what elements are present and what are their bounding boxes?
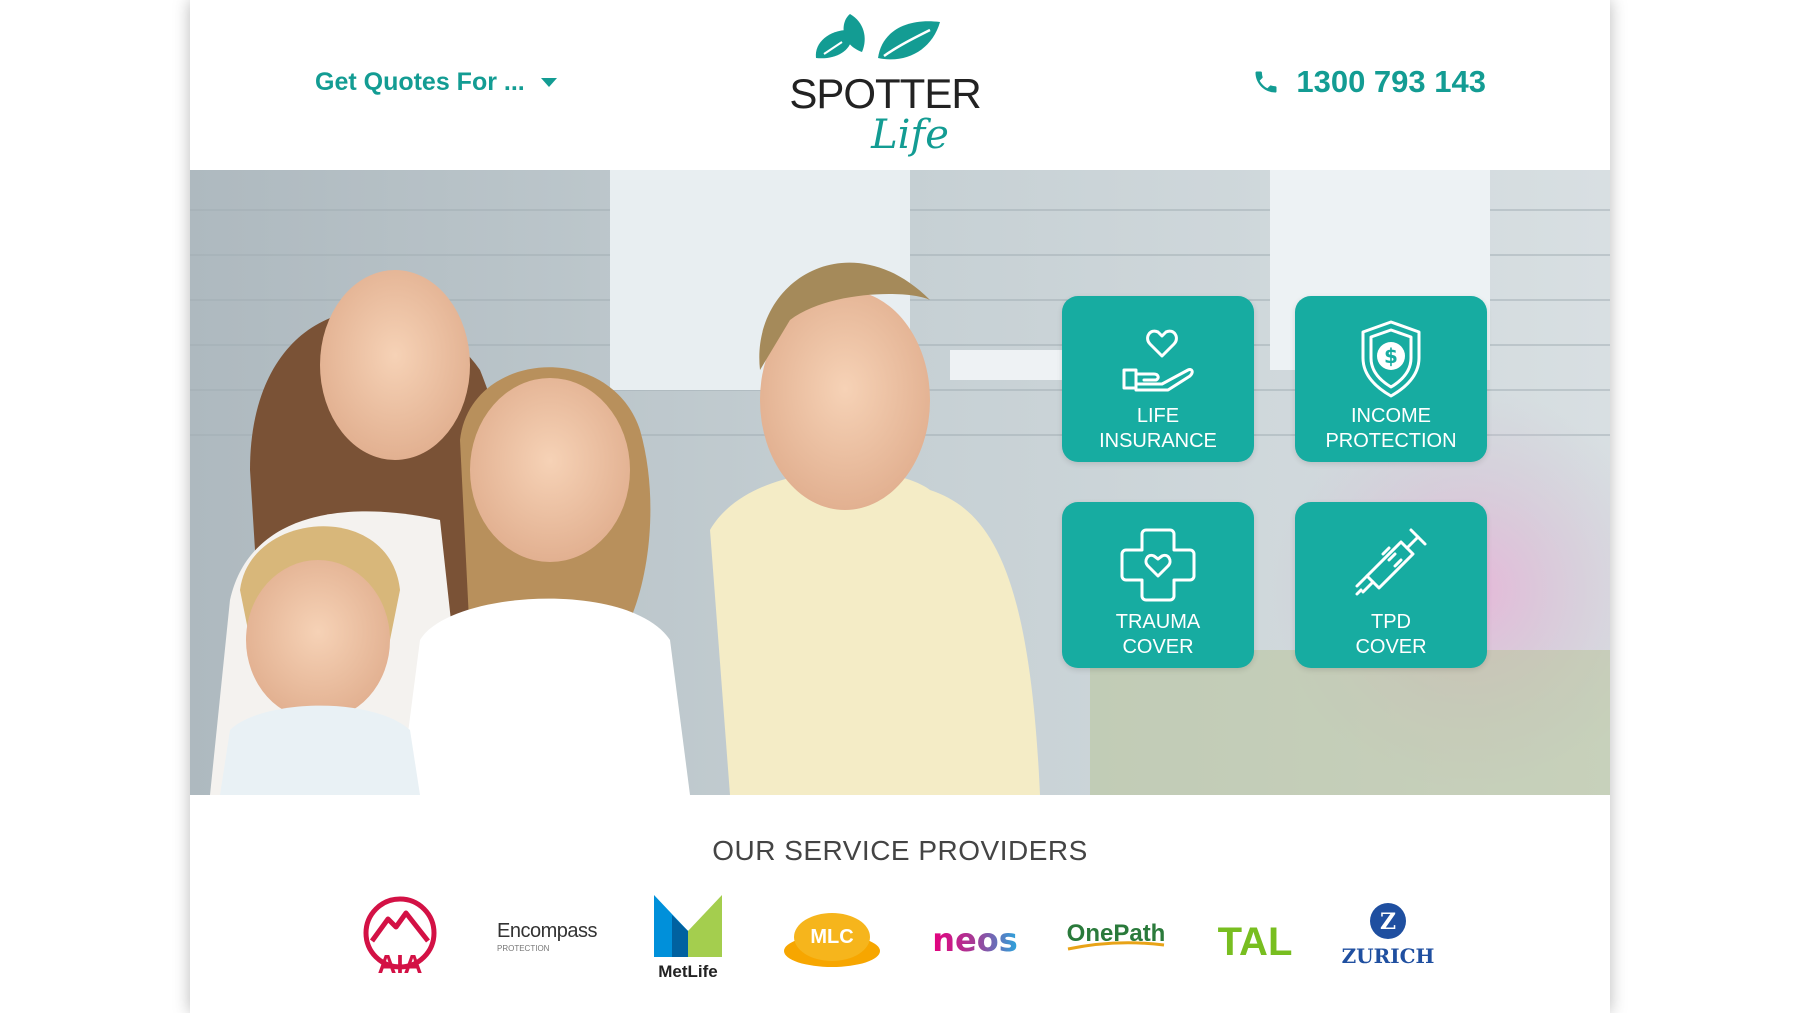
- tile-label: LIFE INSURANCE: [1099, 405, 1217, 452]
- logo-sub-text: Life: [870, 112, 949, 158]
- chevron-down-icon: [540, 78, 557, 87]
- encompass-logo[interactable]: Encompass PROTECTION: [495, 913, 605, 963]
- tile-trauma-cover[interactable]: TRAUMA COVER: [1062, 502, 1254, 668]
- tile-tpd-cover[interactable]: TPD COVER: [1295, 502, 1487, 668]
- svg-text:AIA: AIA: [378, 949, 423, 979]
- hero-banner: LIFE INSURANCE $ INCOME PROTECTION TRAUM…: [190, 170, 1610, 795]
- providers-title: OUR SERVICE PROVIDERS: [712, 835, 1088, 866]
- tile-label: TPD COVER: [1355, 611, 1427, 658]
- syringe-icon: [1355, 528, 1427, 596]
- page: Get Quotes For ... SPOTTER Life 1300 793…: [190, 0, 1610, 1013]
- svg-text:TAL: TAL: [1218, 920, 1293, 964]
- tal-logo[interactable]: TAL: [1210, 915, 1300, 965]
- aia-logo[interactable]: AIA: [360, 895, 440, 983]
- svg-text:$: $: [1384, 344, 1398, 368]
- get-quotes-dropdown[interactable]: Get Quotes For ...: [315, 68, 557, 97]
- mlc-logo[interactable]: MLC: [780, 905, 884, 975]
- svg-text:Z: Z: [1380, 909, 1396, 935]
- heart-cross-icon: [1120, 528, 1196, 602]
- tile-life-insurance[interactable]: LIFE INSURANCE: [1062, 296, 1254, 462]
- svg-text:MLC: MLC: [810, 926, 853, 948]
- phone-link[interactable]: 1300 793 143: [1252, 64, 1486, 100]
- svg-text:Encompass: Encompass: [497, 920, 597, 942]
- onepath-logo[interactable]: OnePath: [1060, 913, 1172, 963]
- heart-hand-icon: [1122, 329, 1194, 392]
- service-providers: OUR SERVICE PROVIDERS AIA Encompass PROT…: [190, 795, 1610, 1013]
- phone-icon: [1255, 71, 1277, 93]
- svg-text:MetLife: MetLife: [658, 962, 718, 981]
- logo-brand-text: SPOTTER: [790, 70, 980, 117]
- neos-logo[interactable]: neos: [925, 921, 1025, 961]
- phone-number: 1300 793 143: [1296, 64, 1486, 99]
- get-quotes-label: Get Quotes For ...: [315, 68, 525, 96]
- site-header: Get Quotes For ... SPOTTER Life 1300 793…: [190, 0, 1610, 170]
- svg-text:neos: neos: [932, 921, 1018, 959]
- tile-income-protection[interactable]: $ INCOME PROTECTION: [1295, 296, 1487, 462]
- provider-logos: AIA Encompass PROTECTION MetLife MLC neo…: [190, 895, 1610, 995]
- metlife-logo[interactable]: MetLife: [650, 891, 726, 983]
- tile-label: INCOME PROTECTION: [1325, 405, 1457, 452]
- tile-label: TRAUMA COVER: [1115, 611, 1201, 658]
- zurich-logo[interactable]: Z ZURICH: [1336, 901, 1440, 981]
- svg-text:ZURICH: ZURICH: [1342, 944, 1435, 968]
- spotter-life-logo[interactable]: SPOTTER Life: [789, 8, 982, 164]
- cover-tiles: LIFE INSURANCE $ INCOME PROTECTION TRAUM…: [1062, 296, 1487, 668]
- svg-text:PROTECTION: PROTECTION: [497, 944, 550, 953]
- dollar-shield-icon: $: [1361, 320, 1421, 398]
